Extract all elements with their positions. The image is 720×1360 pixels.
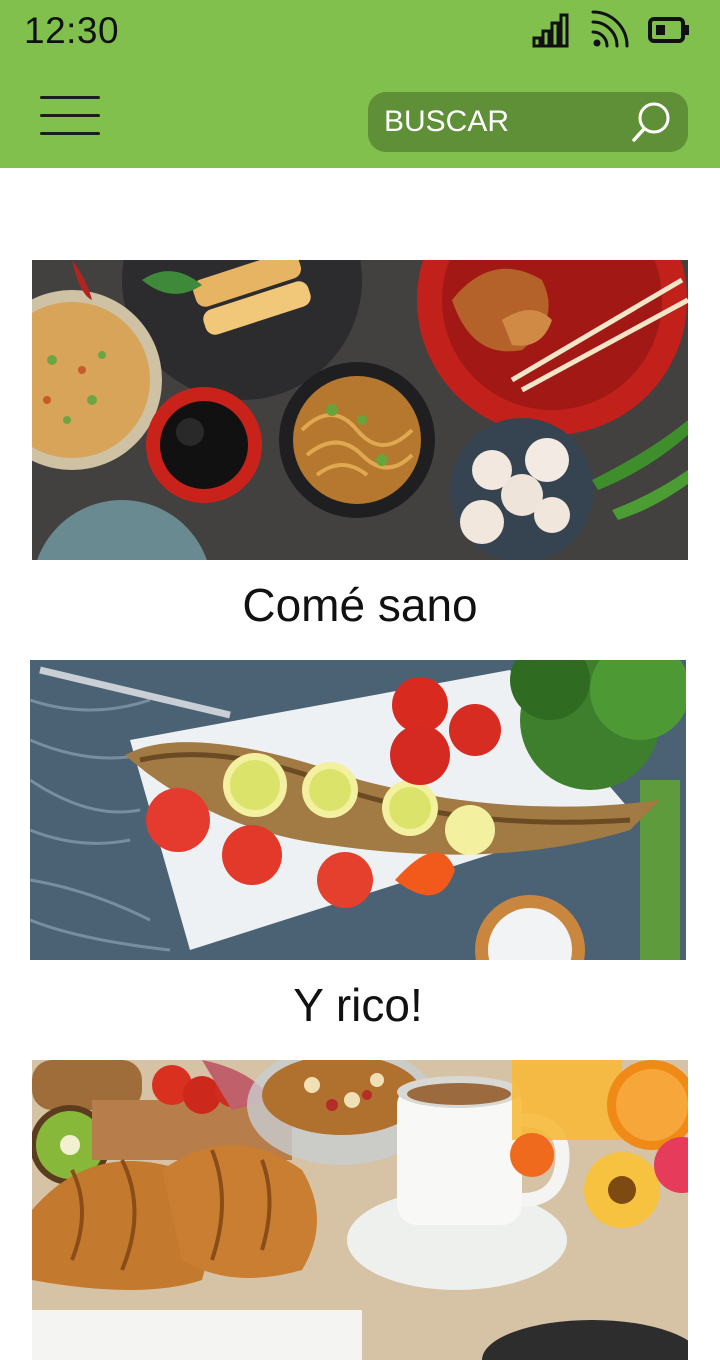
breakfast-image <box>32 1060 688 1360</box>
status-icons <box>532 10 690 50</box>
app-bar: 12:30 <box>0 0 720 168</box>
menu-line <box>40 132 100 135</box>
menu-line <box>40 96 100 99</box>
battery-icon <box>648 17 689 43</box>
cast-icon <box>591 10 629 48</box>
status-time: 12:30 <box>24 10 120 51</box>
card-come-sano[interactable]: Comé sano <box>32 260 688 631</box>
grilled-fish-image <box>30 660 686 960</box>
menu-button[interactable] <box>40 96 100 140</box>
card-y-rico[interactable]: Y rico! <box>30 660 686 1031</box>
signal-icon <box>532 13 569 48</box>
card-title: Y rico! <box>293 979 423 1031</box>
card-title: Comé sano <box>242 579 478 631</box>
asian-food-image <box>32 260 688 560</box>
card-breakfast[interactable] <box>32 1060 688 1360</box>
search-icon[interactable] <box>630 100 672 144</box>
search-input[interactable] <box>384 105 630 139</box>
search-bar[interactable] <box>368 92 688 152</box>
menu-line <box>40 114 100 117</box>
